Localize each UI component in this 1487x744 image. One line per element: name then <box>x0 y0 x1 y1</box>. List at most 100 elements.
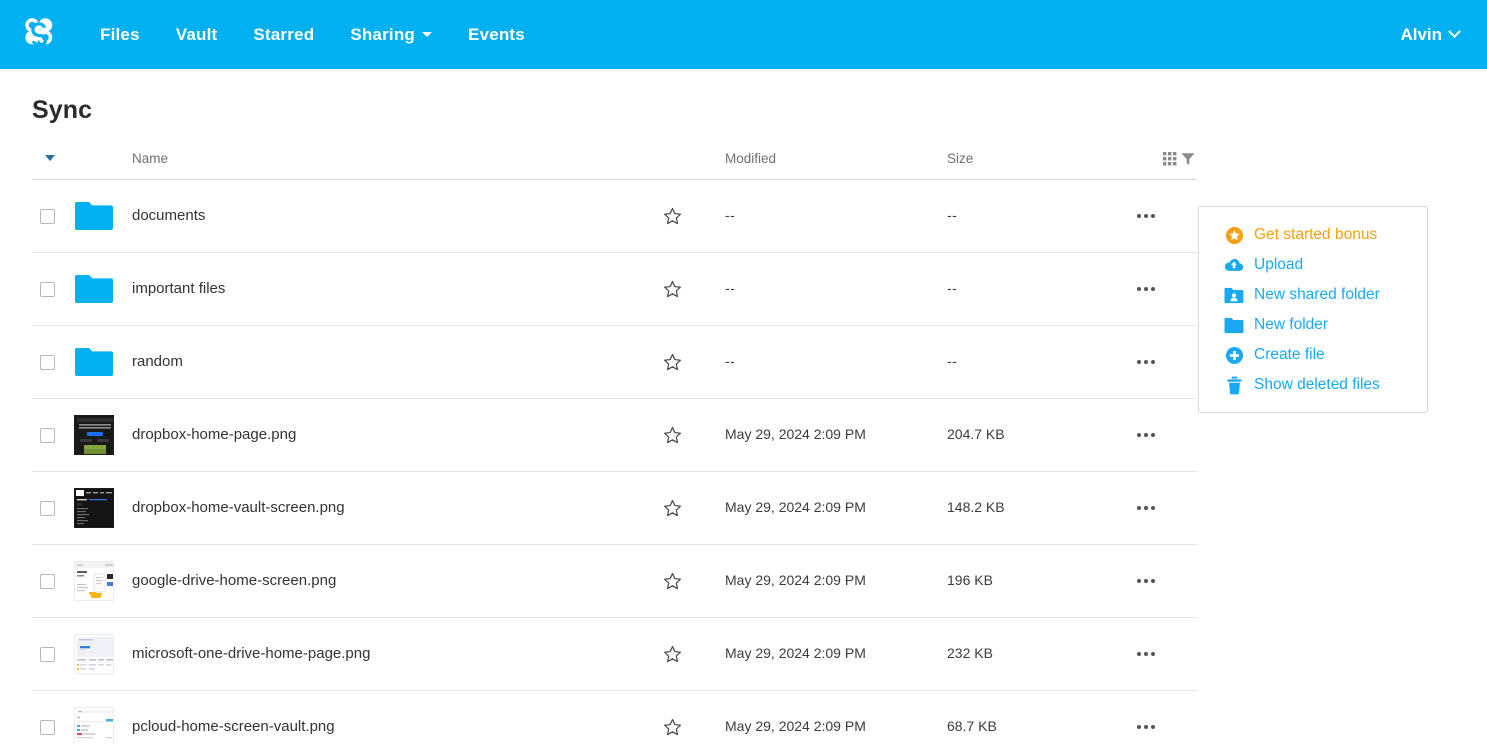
action-show-deleted-files[interactable]: Show deleted files <box>1199 370 1427 400</box>
star-outline-icon <box>663 353 682 372</box>
folder-icon <box>74 273 114 305</box>
thumbnail-dropbox-vault <box>74 488 114 528</box>
row-more-cell[interactable] <box>1137 433 1197 437</box>
row-icon-cell <box>74 200 132 232</box>
more-options-icon[interactable] <box>1137 214 1155 218</box>
row-more-cell[interactable] <box>1137 725 1197 729</box>
table-row[interactable]: random -- -- <box>32 326 1197 399</box>
row-star-cell[interactable] <box>663 499 725 518</box>
row-name-cell[interactable]: dropbox-home-vault-screen.png <box>132 499 663 517</box>
row-more-cell[interactable] <box>1137 360 1197 364</box>
checkbox-unchecked-icon[interactable] <box>40 720 55 735</box>
action-upload[interactable]: Upload <box>1199 250 1427 280</box>
more-options-icon[interactable] <box>1137 506 1155 510</box>
row-more-cell[interactable] <box>1137 579 1197 583</box>
table-row[interactable]: important files -- -- <box>32 253 1197 326</box>
row-star-cell[interactable] <box>663 645 725 664</box>
row-star-cell[interactable] <box>663 718 725 737</box>
row-more-cell[interactable] <box>1137 214 1197 218</box>
row-star-cell[interactable] <box>663 207 725 226</box>
more-options-icon[interactable] <box>1137 579 1155 583</box>
row-name-cell[interactable]: microsoft-one-drive-home-page.png <box>132 645 663 663</box>
checkbox-unchecked-icon[interactable] <box>40 647 55 662</box>
modified-value: May 29, 2024 2:09 PM <box>725 499 866 515</box>
action-new-folder[interactable]: New folder <box>1199 310 1427 340</box>
row-icon-cell <box>74 561 132 601</box>
nav-item-vault[interactable]: Vault <box>158 0 236 69</box>
row-more-cell[interactable] <box>1137 506 1197 510</box>
more-options-icon[interactable] <box>1137 360 1155 364</box>
folder-icon <box>74 346 114 378</box>
more-options-icon[interactable] <box>1137 725 1155 729</box>
user-menu-button[interactable]: Alvin <box>1400 25 1463 45</box>
size-value: 232 KB <box>947 645 993 661</box>
file-name: pcloud-home-screen-vault.png <box>132 718 335 735</box>
row-name-cell[interactable]: documents <box>132 207 663 225</box>
view-controls-cell <box>1137 149 1197 171</box>
nav-item-events[interactable]: Events <box>450 0 543 69</box>
checkbox-unchecked-icon[interactable] <box>40 501 55 516</box>
nav-item-files[interactable]: Files <box>82 0 158 69</box>
action-label: Get started bonus <box>1254 226 1377 244</box>
action-new-shared-folder[interactable]: New shared folder <box>1199 280 1427 310</box>
row-more-cell[interactable] <box>1137 652 1197 656</box>
row-name-cell[interactable]: google-drive-home-screen.png <box>132 572 663 590</box>
table-row[interactable]: google-drive-home-screen.png May 29, 202… <box>32 545 1197 618</box>
size-value: 148.2 KB <box>947 499 1005 515</box>
filter-funnel-icon[interactable] <box>1181 152 1195 171</box>
page-title: Sync <box>32 96 1487 125</box>
action-create-file[interactable]: Create file <box>1199 340 1427 370</box>
row-star-cell[interactable] <box>663 353 725 372</box>
row-more-cell[interactable] <box>1137 287 1197 291</box>
more-options-icon[interactable] <box>1137 433 1155 437</box>
row-icon-cell <box>74 346 132 378</box>
modified-header-cell[interactable]: Modified <box>725 149 947 169</box>
action-label: Upload <box>1254 256 1303 274</box>
nav-label: Files <box>100 0 140 69</box>
trash-icon <box>1223 376 1245 395</box>
star-outline-icon <box>663 645 682 664</box>
more-options-icon[interactable] <box>1137 287 1155 291</box>
row-star-cell[interactable] <box>663 572 725 591</box>
size-header-cell[interactable]: Size <box>947 149 1137 169</box>
table-row[interactable]: dropbox-home-vault-screen.png May 29, 20… <box>32 472 1197 545</box>
table-row[interactable]: dropbox-home-page.png May 29, 2024 2:09 … <box>32 399 1197 472</box>
checkbox-unchecked-icon[interactable] <box>40 428 55 443</box>
folder-icon <box>74 200 114 232</box>
thumbnail-dropbox-home-page <box>74 415 114 455</box>
file-name: documents <box>132 207 205 224</box>
nav-item-sharing[interactable]: Sharing <box>332 0 450 69</box>
grid-view-icon[interactable] <box>1163 152 1178 171</box>
pcloud-logo-icon[interactable] <box>16 12 62 58</box>
chevron-down-icon <box>1448 25 1461 38</box>
star-outline-icon <box>663 426 682 445</box>
action-get-started-bonus[interactable]: Get started bonus <box>1199 220 1427 250</box>
top-navigation-bar: Files Vault Starred Sharing Events Alvin <box>0 0 1487 69</box>
row-name-cell[interactable]: random <box>132 353 663 371</box>
row-name-cell[interactable]: pcloud-home-screen-vault.png <box>132 718 663 736</box>
row-name-cell[interactable]: important files <box>132 280 663 298</box>
name-header-cell[interactable]: Name <box>132 149 663 169</box>
nav-item-starred[interactable]: Starred <box>235 0 332 69</box>
row-name-cell[interactable]: dropbox-home-page.png <box>132 426 663 444</box>
sort-descending-caret-icon[interactable] <box>45 155 55 161</box>
modified-value: May 29, 2024 2:09 PM <box>725 572 866 588</box>
checkbox-unchecked-icon[interactable] <box>40 209 55 224</box>
file-name: dropbox-home-vault-screen.png <box>132 499 345 516</box>
table-row[interactable]: microsoft-one-drive-home-page.png May 29… <box>32 618 1197 691</box>
size-header-label: Size <box>947 151 973 166</box>
checkbox-unchecked-icon[interactable] <box>40 574 55 589</box>
row-star-cell[interactable] <box>663 280 725 299</box>
row-star-cell[interactable] <box>663 426 725 445</box>
more-options-icon[interactable] <box>1137 652 1155 656</box>
table-row[interactable]: pcloud-home-screen-vault.png May 29, 202… <box>32 691 1197 744</box>
row-modified-cell: May 29, 2024 2:09 PM <box>725 499 947 517</box>
row-size-cell: 204.7 KB <box>947 426 1137 444</box>
table-row[interactable]: documents -- -- <box>32 180 1197 253</box>
size-value: 68.7 KB <box>947 718 997 734</box>
checkbox-unchecked-icon[interactable] <box>40 282 55 297</box>
checkbox-unchecked-icon[interactable] <box>40 355 55 370</box>
file-name: dropbox-home-page.png <box>132 426 296 443</box>
row-size-cell: -- <box>947 280 1137 298</box>
modified-value: May 29, 2024 2:09 PM <box>725 645 866 661</box>
